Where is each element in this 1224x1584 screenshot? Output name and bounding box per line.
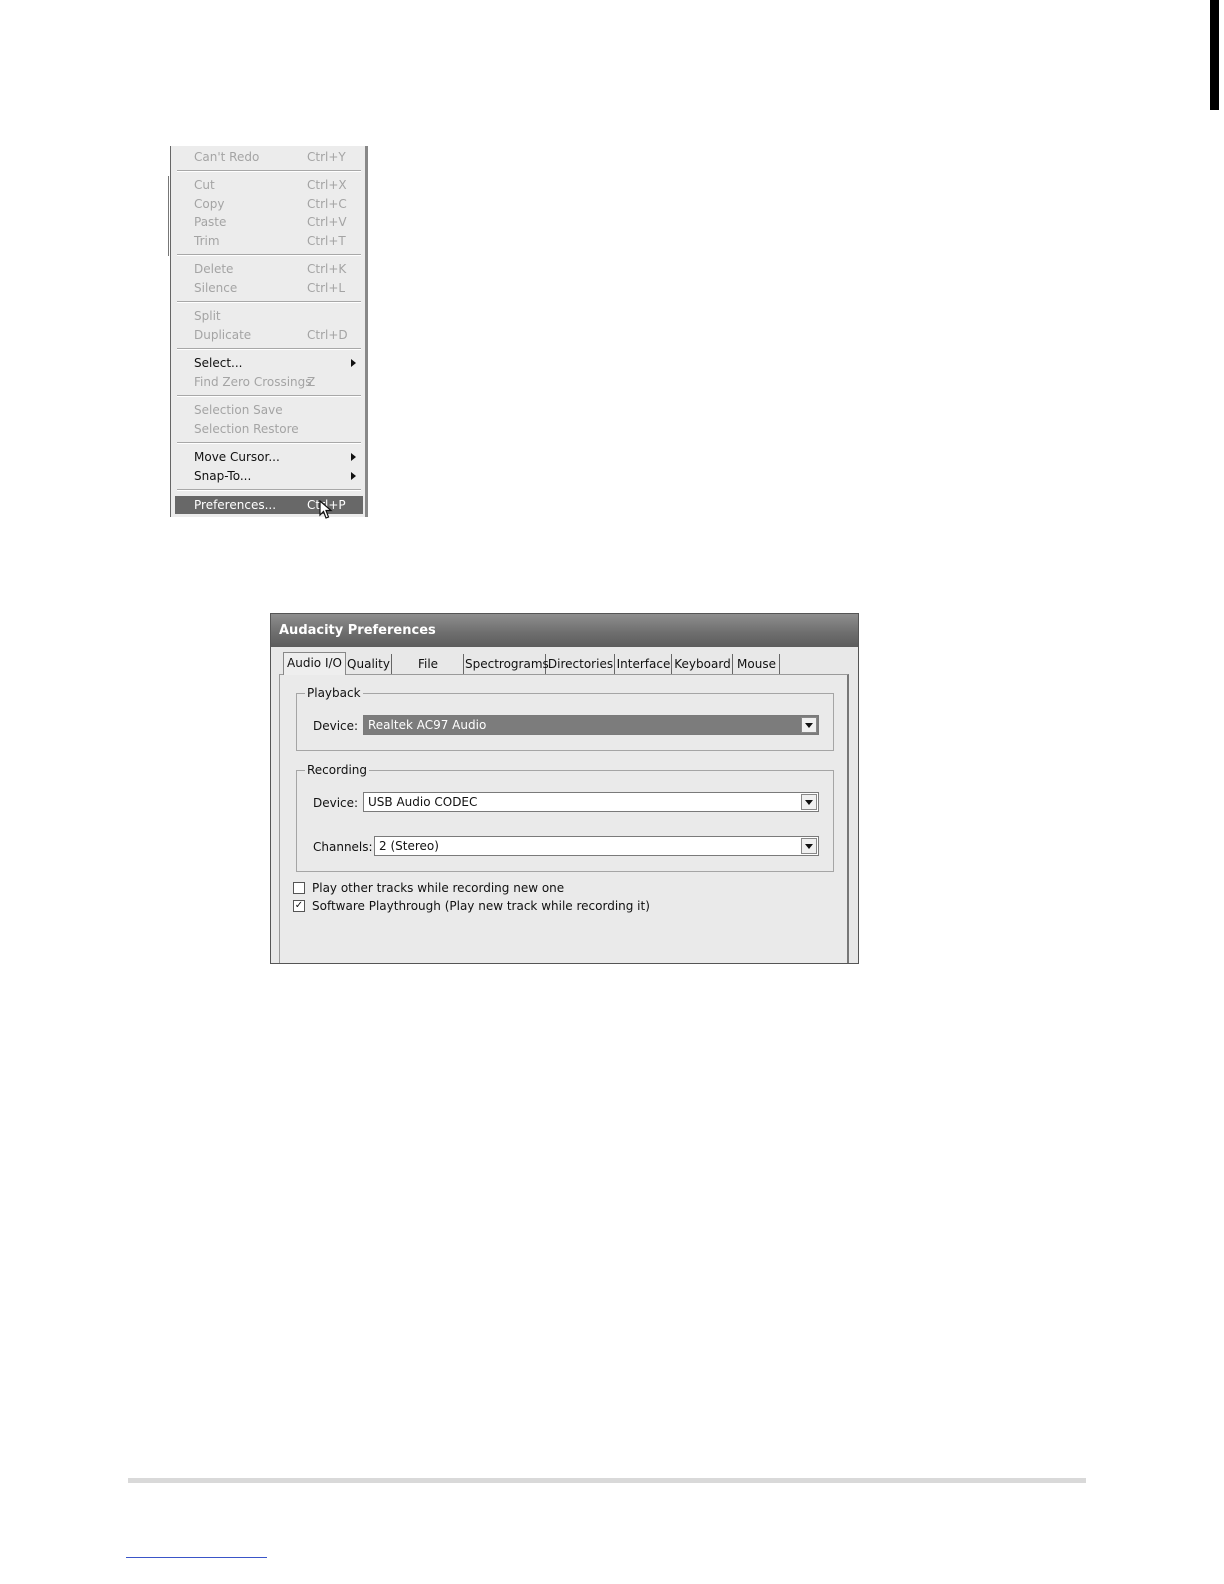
menu-item-shortcut: Ctrl+V xyxy=(307,215,347,229)
menu-item-delete[interactable]: Delete Ctrl+K xyxy=(175,260,363,278)
menu-item-duplicate[interactable]: Duplicate Ctrl+D xyxy=(175,326,363,344)
menu-item-label: Paste xyxy=(194,215,227,229)
menu-item-shortcut: Ctrl+T xyxy=(307,234,346,248)
playback-device-select[interactable]: Realtek AC97 Audio xyxy=(363,715,819,735)
menu-item-move-cursor[interactable]: Move Cursor... xyxy=(175,448,363,466)
recording-group-label: Recording xyxy=(305,763,370,777)
menu-separator xyxy=(177,348,361,350)
menu-item-paste[interactable]: Paste Ctrl+V xyxy=(175,213,363,231)
menu-item-label: Cut xyxy=(194,178,215,192)
channels-value: 2 (Stereo) xyxy=(379,839,439,853)
chevron-down-icon xyxy=(805,844,813,849)
menu-separator xyxy=(177,254,361,256)
dialog-titlebar[interactable]: Audacity Preferences xyxy=(271,614,858,647)
menu-item-label: Duplicate xyxy=(194,328,252,342)
menu-item-shortcut: Ctrl+X xyxy=(307,178,347,192)
playback-device-value: Realtek AC97 Audio xyxy=(368,718,487,732)
tab-mouse[interactable]: Mouse xyxy=(734,654,780,674)
menu-separator xyxy=(177,442,361,444)
menu-item-label: Preferences... xyxy=(194,498,277,512)
chevron-down-icon xyxy=(805,723,813,728)
software-playthrough-label: Software Playthrough (Play new track whi… xyxy=(312,899,650,913)
menu-item-label: Split xyxy=(194,309,221,323)
dropdown-button[interactable] xyxy=(801,794,817,810)
recording-device-label: Device: xyxy=(313,796,359,810)
submenu-arrow-icon xyxy=(351,359,356,367)
dialog-title: Audacity Preferences xyxy=(279,623,436,638)
tab-file-formats[interactable]: File Formats xyxy=(393,654,464,691)
menu-item-label: Move Cursor... xyxy=(194,450,280,464)
menu-item-cut[interactable]: Cut Ctrl+X xyxy=(175,176,363,194)
menu-item-shortcut: Ctrl+C xyxy=(307,197,347,211)
menu-item-shortcut: Ctrl+K xyxy=(307,262,347,276)
channels-select[interactable]: 2 (Stereo) xyxy=(374,836,819,856)
menu-item-find-zero-crossings[interactable]: Find Zero Crossings Z xyxy=(175,373,363,391)
menu-item-shortcut: Ctrl+D xyxy=(307,328,348,342)
tab-keyboard[interactable]: Keyboard xyxy=(673,654,733,674)
menu-item-label: Snap-To... xyxy=(194,469,252,483)
menu-item-select[interactable]: Select... xyxy=(175,354,363,372)
play-other-tracks-checkbox[interactable] xyxy=(293,882,305,894)
tab-spectrograms[interactable]: Spectrograms xyxy=(465,654,549,674)
menu-item-split[interactable]: Split xyxy=(175,307,363,325)
menu-item-silence[interactable]: Silence Ctrl+L xyxy=(175,279,363,297)
menu-item-shortcut: Ctrl+Y xyxy=(307,150,346,164)
menu-item-selection-restore[interactable]: Selection Restore xyxy=(175,420,363,438)
menu-separator xyxy=(177,170,361,172)
menu-item-label: Find Zero Crossings xyxy=(194,375,312,389)
menu-item-shortcut: Ctrl+L xyxy=(307,281,346,295)
menu-item-label: Silence xyxy=(194,281,238,295)
submenu-arrow-icon xyxy=(351,472,356,480)
dropdown-button[interactable] xyxy=(801,717,817,733)
playback-group-label: Playback xyxy=(305,686,363,700)
menu-item-trim[interactable]: Trim Ctrl+T xyxy=(175,232,363,250)
menu-separator xyxy=(177,489,361,491)
menu-edge xyxy=(168,176,172,256)
preferences-dialog: Audacity Preferences Audio I/O Quality F… xyxy=(270,613,859,964)
tab-interface[interactable]: Interface xyxy=(616,654,672,674)
playback-device-label: Device: xyxy=(313,719,359,733)
page-edge-bar xyxy=(1210,0,1219,110)
menu-item-label: Trim xyxy=(194,234,220,248)
footer-rule xyxy=(128,1478,1086,1483)
playback-group: Playback Device: Realtek AC97 Audio xyxy=(296,686,834,751)
dropdown-button[interactable] xyxy=(801,838,817,854)
menu-item-label: Can't Redo xyxy=(194,150,260,164)
mouse-pointer-icon xyxy=(319,500,333,519)
edit-menu: Can't Redo Ctrl+Y Cut Ctrl+X Copy Ctrl+C… xyxy=(168,146,368,517)
recording-device-select[interactable]: USB Audio CODEC xyxy=(363,792,819,812)
menu-item-selection-save[interactable]: Selection Save xyxy=(175,401,363,419)
software-playthrough-checkbox[interactable]: ✓ xyxy=(293,900,305,912)
recording-device-value: USB Audio CODEC xyxy=(368,795,478,809)
menu-separator xyxy=(177,395,361,397)
footer-link-underline xyxy=(126,1557,267,1558)
chevron-down-icon xyxy=(805,800,813,805)
channels-label: Channels: xyxy=(313,840,373,854)
tab-directories[interactable]: Directories xyxy=(547,654,615,674)
menu-item-label: Select... xyxy=(194,356,243,370)
menu-item-label: Copy xyxy=(194,197,225,211)
menu-item-cant-redo[interactable]: Can't Redo Ctrl+Y xyxy=(175,148,363,166)
audio-io-panel: Playback Device: Realtek AC97 Audio Reco… xyxy=(279,674,849,963)
menu-item-snap-to[interactable]: Snap-To... xyxy=(175,467,363,485)
menu-item-shortcut: Z xyxy=(307,375,316,389)
submenu-arrow-icon xyxy=(351,453,356,461)
menu-separator xyxy=(177,301,361,303)
tab-audio-io[interactable]: Audio I/O xyxy=(283,652,346,675)
menu-item-label: Selection Save xyxy=(194,403,283,417)
recording-group: Recording Device: USB Audio CODEC Channe… xyxy=(296,763,834,872)
menu-item-label: Delete xyxy=(194,262,234,276)
menu-item-copy[interactable]: Copy Ctrl+C xyxy=(175,195,363,213)
tab-quality[interactable]: Quality xyxy=(346,654,392,674)
play-other-tracks-label: Play other tracks while recording new on… xyxy=(312,881,565,895)
menu-item-label: Selection Restore xyxy=(194,422,299,436)
